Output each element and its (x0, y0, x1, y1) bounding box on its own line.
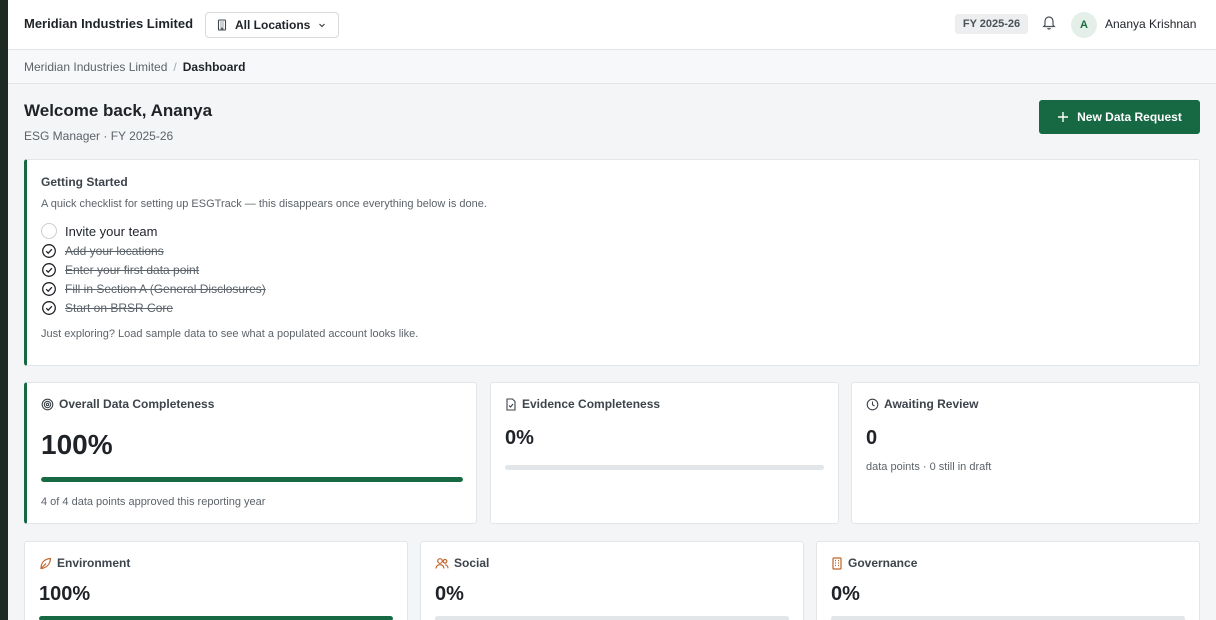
checklist-item-label: Enter your first data point (65, 262, 200, 277)
progress-bar (831, 616, 1185, 620)
metric-title-label: Governance (848, 556, 918, 570)
environment-value: 100% (39, 583, 91, 605)
social-card[interactable]: Social 0% (420, 541, 804, 620)
progress-bar (435, 616, 789, 620)
metric-title: Governance (831, 556, 917, 570)
checklist-item-label: Add your locations (65, 243, 164, 258)
checklist-item-brsr-core[interactable]: Start on BRSR Core (41, 298, 266, 317)
fiscal-year-badge[interactable]: FY 2025-26 (955, 14, 1028, 34)
governance-card[interactable]: Governance 0% (816, 541, 1200, 620)
leaf-icon (40, 557, 52, 569)
awaiting-review-value: 0 (866, 427, 878, 449)
metric-title-label: Awaiting Review (884, 397, 979, 411)
new-data-request-button[interactable]: New Data Request (1039, 100, 1200, 134)
evidence-completeness-card: Evidence Completeness 0% (490, 382, 839, 524)
org-name: Meridian Industries Limited (24, 16, 194, 31)
empty-circle-icon (41, 223, 57, 239)
checklist-item-label: Invite your team (65, 223, 158, 239)
governance-value: 0% (831, 583, 860, 605)
checklist-item-section-a[interactable]: Fill in Section A (General Disclosures) (41, 279, 266, 298)
evidence-completeness-value: 0% (505, 427, 534, 449)
new-data-request-label: New Data Request (1077, 110, 1182, 124)
building-icon (217, 19, 227, 31)
breadcrumb-org-link[interactable]: Meridian Industries Limited (24, 60, 167, 74)
getting-started-title: Getting Started (41, 175, 128, 189)
check-circle-icon (42, 300, 56, 315)
bell-icon[interactable] (1041, 13, 1057, 31)
metric-title: Overall Data Completeness (41, 397, 214, 411)
metric-title-label: Overall Data Completeness (59, 397, 215, 411)
page-title: Welcome back, Ananya (24, 101, 213, 120)
breadcrumb-current: Dashboard (182, 59, 246, 74)
progress-bar (41, 477, 463, 482)
metric-title-label: Evidence Completeness (522, 397, 661, 411)
page-subtitle: ESG Manager · FY 2025-26 (24, 129, 174, 143)
environment-card[interactable]: Environment 100% (24, 541, 408, 620)
check-circle-icon (42, 281, 56, 296)
metric-title-label: Environment (57, 556, 131, 570)
social-value: 0% (435, 583, 464, 605)
users-icon (435, 557, 449, 569)
metric-title: Social (435, 556, 489, 570)
metric-title-label: Social (454, 556, 490, 570)
metric-title: Awaiting Review (866, 397, 978, 411)
plus-icon (1058, 112, 1069, 122)
checklist-item-label: Fill in Section A (General Disclosures) (65, 281, 266, 296)
overall-completeness-card: Overall Data Completeness 100% 4 of 4 da… (24, 382, 477, 524)
awaiting-review-card: Awaiting Review 0 data points · 0 still … (851, 382, 1200, 524)
progress-bar (39, 616, 393, 620)
overall-completeness-value: 100% (41, 429, 113, 460)
awaiting-review-caption: data points · 0 still in draft (866, 461, 992, 473)
left-rail (0, 0, 8, 620)
location-selector[interactable]: All Locations (205, 12, 339, 38)
getting-started-description: A quick checklist for setting up ESGTrac… (41, 198, 487, 210)
setup-checklist: Invite your team Add your locations Ente… (41, 221, 266, 317)
checklist-item-first-data-point[interactable]: Enter your first data point (41, 260, 266, 279)
clock-icon (866, 398, 879, 410)
checklist-item-invite-team[interactable]: Invite your team (41, 221, 266, 241)
avatar[interactable]: A (1071, 12, 1097, 38)
progress-bar (505, 465, 824, 470)
progress-bar-fill (39, 616, 393, 620)
metric-title: Environment (39, 556, 130, 570)
progress-bar-fill (41, 477, 463, 482)
location-label: All Locations (235, 18, 311, 32)
overall-completeness-caption: 4 of 4 data points approved this reporti… (41, 496, 266, 508)
sample-data-hint[interactable]: Just exploring? Load sample data to see … (41, 328, 418, 340)
getting-started-card: Getting Started A quick checklist for se… (24, 159, 1200, 366)
check-circle-icon (42, 262, 56, 277)
top-bar: Meridian Industries Limited All Location… (8, 0, 1216, 50)
building-icon (832, 556, 842, 570)
breadcrumb: Meridian Industries Limited / Dashboard (8, 50, 1216, 84)
checklist-item-add-locations[interactable]: Add your locations (41, 241, 266, 260)
check-circle-icon (42, 243, 56, 258)
chevron-down-icon (319, 23, 326, 28)
breadcrumb-separator: / (173, 59, 177, 74)
file-check-icon (506, 397, 516, 411)
user-name[interactable]: Ananya Krishnan (1105, 17, 1196, 31)
checklist-item-label: Start on BRSR Core (65, 300, 174, 315)
target-icon (41, 398, 54, 410)
metric-title: Evidence Completeness (505, 397, 660, 411)
